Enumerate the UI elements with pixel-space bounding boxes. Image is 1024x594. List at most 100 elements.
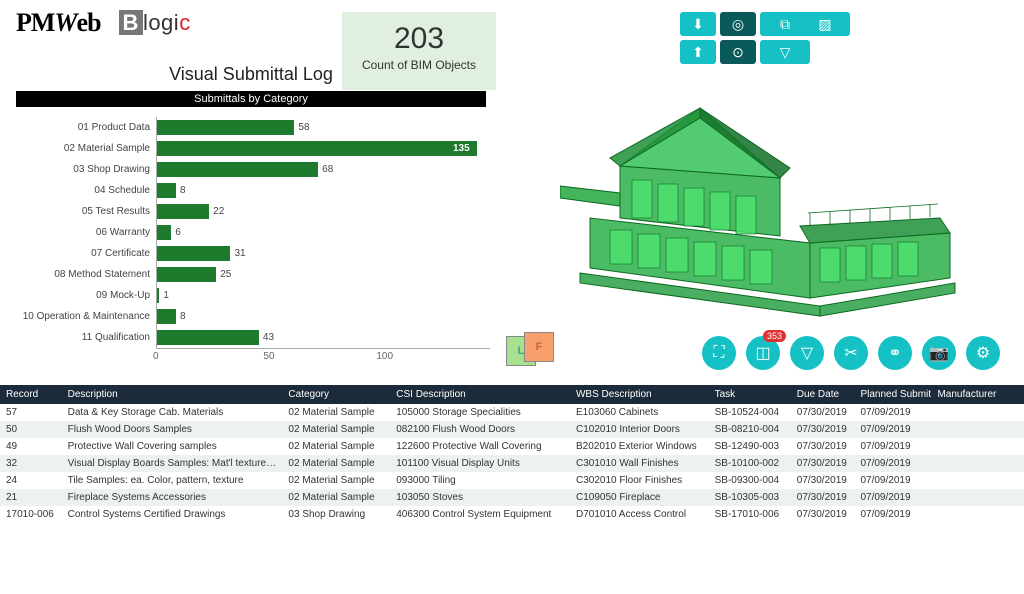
table-cell: SB-12490-003 — [709, 438, 791, 455]
chart-category-label: 02 Material Sample — [16, 138, 150, 159]
table-cell: 406300 Control System Equipment — [390, 506, 570, 523]
table-cell: 07/09/2019 — [854, 438, 931, 455]
table-cell: 21 — [0, 489, 62, 506]
table-row[interactable]: 21Fireplace Systems Accessories02 Materi… — [0, 489, 1024, 506]
chart-bar-value: 68 — [322, 164, 333, 175]
table-header[interactable]: WBS Description — [570, 385, 709, 404]
table-cell: 02 Material Sample — [282, 455, 390, 472]
table-cell: 122600 Protective Wall Covering — [390, 438, 570, 455]
table-row[interactable]: 50Flush Wood Doors Samples02 Material Sa… — [0, 421, 1024, 438]
table-cell — [931, 438, 1024, 455]
view-cube[interactable]: L F — [506, 326, 550, 370]
hatch-button[interactable]: ▨ — [800, 12, 850, 36]
table-cell: Control Systems Certified Drawings — [62, 506, 283, 523]
table-cell: 07/30/2019 — [791, 506, 855, 523]
clear-filter-button[interactable]: ▽ — [790, 336, 824, 370]
table-cell: 07/09/2019 — [854, 506, 931, 523]
table-cell: SB-10524-004 — [709, 404, 791, 421]
chart-x-tick: 100 — [275, 351, 394, 362]
chart-category-label: 04 Schedule — [16, 180, 150, 201]
table-cell: Protective Wall Covering samples — [62, 438, 283, 455]
table-cell: SB-08210-004 — [709, 421, 791, 438]
logo-blogic: Blogic — [119, 10, 191, 36]
link-button[interactable]: ⚭ — [878, 336, 912, 370]
table-header[interactable]: Planned Submit — [854, 385, 931, 404]
chart-category-label: 07 Certificate — [16, 243, 150, 264]
snapshot-button[interactable]: 📷 — [922, 336, 956, 370]
move-up-button[interactable]: ⬆ — [680, 40, 716, 64]
focus-button[interactable]: ⊙ — [720, 40, 756, 64]
table-row[interactable]: 57Data & Key Storage Cab. Materials02 Ma… — [0, 404, 1024, 421]
table-cell: C109050 Fireplace — [570, 489, 709, 506]
chart-bar[interactable] — [157, 267, 216, 282]
select-button[interactable]: ◫353 — [746, 336, 780, 370]
table-cell — [931, 404, 1024, 421]
table-row[interactable]: 49Protective Wall Covering samples02 Mat… — [0, 438, 1024, 455]
chart-bar[interactable] — [157, 162, 318, 177]
orbit-button[interactable]: ◎ — [720, 12, 756, 36]
table-header[interactable]: Task — [709, 385, 791, 404]
table-cell: 02 Material Sample — [282, 438, 390, 455]
move-down-button[interactable]: ⬇ — [680, 12, 716, 36]
table-cell: 50 — [0, 421, 62, 438]
table-cell: 07/30/2019 — [791, 472, 855, 489]
chart-category-label: 03 Shop Drawing — [16, 159, 150, 180]
building-model[interactable] — [560, 98, 960, 328]
chart-bar[interactable] — [157, 183, 176, 198]
table-cell — [931, 421, 1024, 438]
filter-button[interactable]: ▽ — [760, 40, 810, 64]
settings-button[interactable]: ⚙ — [966, 336, 1000, 370]
table-cell: 02 Material Sample — [282, 404, 390, 421]
table-cell: SB-17010-006 — [709, 506, 791, 523]
chart-bar-value: 43 — [263, 332, 274, 343]
table-cell: Visual Display Boards Samples: Mat'l tex… — [62, 455, 283, 472]
table-header[interactable]: Record — [0, 385, 62, 404]
table-cell: 07/09/2019 — [854, 489, 931, 506]
table-header[interactable]: Due Date — [791, 385, 855, 404]
table-header[interactable]: Category — [282, 385, 390, 404]
expand-button[interactable]: ⛶ — [702, 336, 736, 370]
chart-bar-value: 1 — [163, 290, 169, 301]
cut-button[interactable]: ✂ — [834, 336, 868, 370]
table-cell: SB-10305-003 — [709, 489, 791, 506]
table-row[interactable]: 32Visual Display Boards Samples: Mat'l t… — [0, 455, 1024, 472]
table-cell: C302010 Floor Finishes — [570, 472, 709, 489]
table-cell: C102010 Interior Doors — [570, 421, 709, 438]
chart-bar[interactable] — [157, 204, 209, 219]
chart-bar[interactable] — [157, 225, 171, 240]
view-cube-front[interactable]: F — [524, 332, 554, 362]
chart-bar[interactable] — [157, 288, 159, 303]
table-cell: D701010 Access Control — [570, 506, 709, 523]
table-row[interactable]: 24Tile Samples: ea. Color, pattern, text… — [0, 472, 1024, 489]
table-cell: E103060 Cabinets — [570, 404, 709, 421]
table-cell — [931, 455, 1024, 472]
table-row[interactable]: 17010-006Control Systems Certified Drawi… — [0, 506, 1024, 523]
chart-bar-value: 8 — [180, 185, 186, 196]
table-cell: 49 — [0, 438, 62, 455]
table-cell: 07/09/2019 — [854, 421, 931, 438]
chart-bar-value: 6 — [175, 227, 181, 238]
chart-bar-value: 135 — [453, 143, 470, 154]
chart-category-label: 11 Qualification — [16, 327, 150, 348]
chart-category-label: 08 Method Statement — [16, 264, 150, 285]
chart-bar[interactable] — [157, 141, 477, 156]
table-cell: Data & Key Storage Cab. Materials — [62, 404, 283, 421]
chart-bar[interactable] — [157, 246, 230, 261]
table-cell: 17010-006 — [0, 506, 62, 523]
chart-bar[interactable] — [157, 120, 294, 135]
bim-viewer[interactable]: ⬇ ◎ ⧉ ▨ ⬆ ⊙ ▽ — [500, 8, 1012, 378]
table-header[interactable]: CSI Description — [390, 385, 570, 404]
table-cell: Fireplace Systems Accessories — [62, 489, 283, 506]
chart-bar[interactable] — [157, 330, 259, 345]
chart-title: Submittals by Category — [16, 91, 486, 107]
table-cell: C301010 Wall Finishes — [570, 455, 709, 472]
table-cell: Flush Wood Doors Samples — [62, 421, 283, 438]
table-header[interactable]: Description — [62, 385, 283, 404]
submittal-table[interactable]: RecordDescriptionCategoryCSI Description… — [0, 385, 1024, 523]
chart-category-label: 05 Test Results — [16, 201, 150, 222]
chart-bar-value: 58 — [298, 122, 309, 133]
submittals-chart: 01 Product Data02 Material Sample03 Shop… — [16, 117, 490, 362]
chart-bar[interactable] — [157, 309, 176, 324]
table-header[interactable]: Manufacturer — [931, 385, 1024, 404]
table-cell: Tile Samples: ea. Color, pattern, textur… — [62, 472, 283, 489]
